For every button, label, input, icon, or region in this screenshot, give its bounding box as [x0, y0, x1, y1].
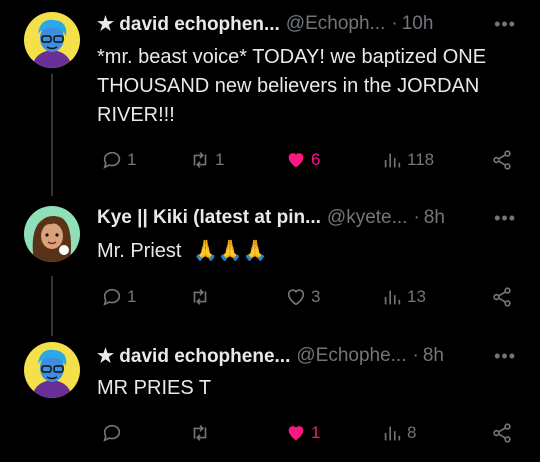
reply-icon	[103, 288, 121, 306]
reply-button[interactable]: 1	[101, 282, 136, 312]
post-text: Mr. Priest	[97, 240, 182, 262]
separator: ·	[391, 13, 398, 34]
repost-button[interactable]	[189, 418, 215, 448]
reply-icon	[103, 151, 121, 169]
share-button[interactable]	[491, 418, 513, 448]
views-icon	[384, 290, 401, 305]
like-count: 6	[311, 150, 321, 169]
post-text: *mr. beast voice* TODAY! we baptized ONE…	[97, 46, 487, 126]
share-icon	[493, 287, 511, 307]
views-icon	[384, 426, 401, 441]
handle[interactable]: @Echoph...	[286, 13, 386, 35]
reply-button[interactable]	[101, 418, 127, 448]
avatar[interactable]	[24, 206, 80, 262]
avatar[interactable]	[24, 342, 80, 398]
reply-button[interactable]: 1	[101, 145, 136, 175]
heart-icon	[288, 153, 304, 168]
views-button[interactable]: 118	[381, 145, 434, 175]
more-icon[interactable]: •••	[494, 14, 516, 35]
separator: ·	[412, 345, 419, 366]
repost-icon	[193, 289, 207, 305]
timestamp[interactable]: 8h	[424, 207, 445, 229]
timestamp[interactable]: 10h	[402, 13, 434, 35]
like-button[interactable]: 1	[285, 418, 320, 448]
post-header: ★ david echophene... @Echophe... · 8h ••…	[97, 344, 516, 368]
like-button[interactable]: 3	[285, 282, 320, 312]
like-count: 3	[311, 287, 321, 306]
praying-hands-emoji: 🙏🙏🙏	[193, 240, 268, 262]
handle[interactable]: @kyete...	[327, 207, 408, 229]
action-bar: 1 8	[97, 418, 517, 448]
repost-count: 1	[215, 150, 225, 169]
post-header: Kye || Kiki (latest at pin... @kyete... …	[97, 206, 516, 230]
display-name[interactable]: Kye || Kiki (latest at pin...	[97, 207, 321, 229]
views-count: 118	[407, 150, 435, 169]
timestamp[interactable]: 8h	[423, 345, 444, 367]
share-button[interactable]	[491, 145, 513, 175]
avatar[interactable]	[24, 12, 80, 68]
repost-button[interactable]: 1	[189, 145, 224, 175]
like-count: 1	[311, 423, 321, 442]
share-button[interactable]	[491, 282, 513, 312]
action-bar: 1 3 13	[97, 282, 517, 312]
post-text: MR PRIES T	[97, 377, 212, 399]
action-bar: 1 1 6 118	[97, 145, 517, 175]
share-icon	[493, 423, 511, 443]
reply-count: 1	[127, 150, 137, 169]
repost-button[interactable]	[189, 282, 215, 312]
views-icon	[384, 153, 401, 168]
repost-icon	[193, 425, 207, 441]
post-header: ★ david echophen... @Echoph... · 10h •••	[97, 12, 516, 36]
thread-line	[51, 74, 53, 196]
reply-icon	[103, 424, 121, 442]
heart-icon	[288, 426, 304, 441]
handle[interactable]: @Echophe...	[296, 345, 406, 367]
views-button[interactable]: 13	[381, 282, 426, 312]
display-name[interactable]: ★ david echophene...	[97, 345, 290, 368]
repost-icon	[193, 152, 207, 168]
display-name[interactable]: ★ david echophen...	[97, 13, 280, 36]
share-icon	[493, 150, 511, 170]
separator: ·	[413, 207, 420, 228]
post-text-container: Mr. Priest 🙏🙏🙏	[97, 237, 517, 266]
like-button[interactable]: 6	[285, 145, 320, 175]
more-icon[interactable]: •••	[494, 346, 516, 367]
views-button[interactable]: 8	[381, 418, 416, 448]
reply-count: 1	[127, 287, 137, 306]
more-icon[interactable]: •••	[494, 208, 516, 229]
heart-icon	[287, 289, 305, 306]
thread-line	[51, 276, 53, 336]
views-count: 13	[407, 287, 426, 306]
views-count: 8	[407, 423, 417, 442]
